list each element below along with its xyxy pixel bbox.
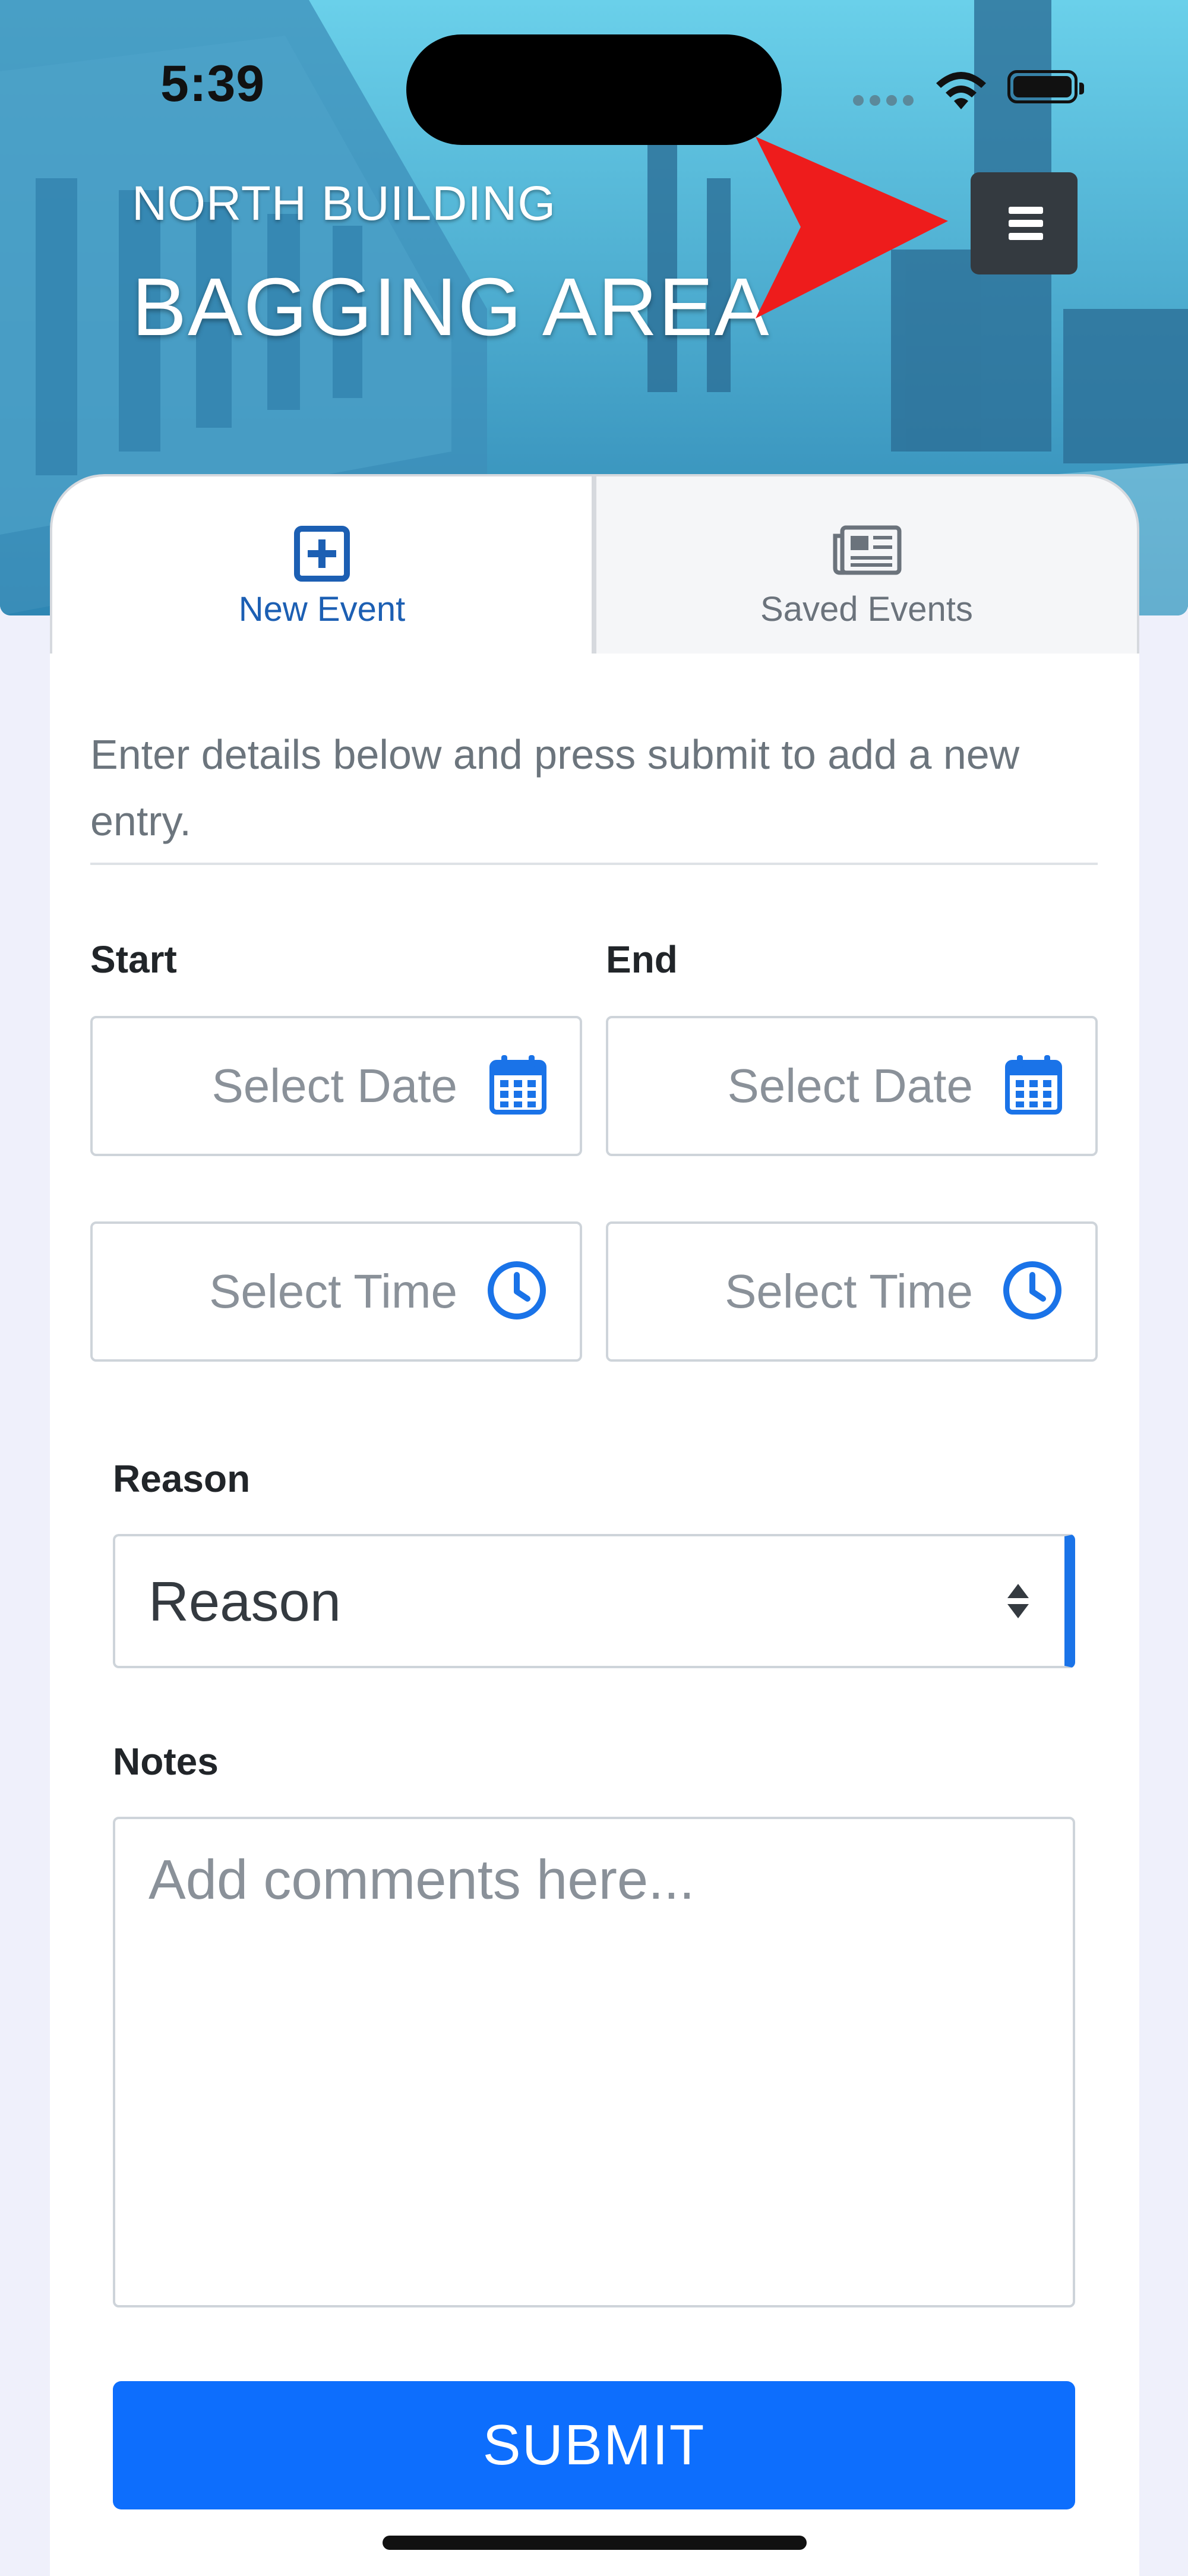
divider	[90, 863, 1098, 865]
tab-saved-events-label: Saved Events	[760, 590, 973, 629]
start-date-placeholder: Select Date	[211, 1059, 457, 1112]
red-arrow-annotation-icon	[756, 137, 948, 318]
submit-button[interactable]: SUBMIT	[113, 2381, 1075, 2509]
notes-label: Notes	[113, 1740, 219, 1783]
clock-icon	[1003, 1261, 1061, 1319]
tab-new-event-label: New Event	[238, 590, 406, 629]
home-indicator[interactable]	[383, 2536, 807, 2550]
start-time-placeholder: Select Time	[209, 1265, 457, 1318]
building-name: NORTH BUILDING	[132, 176, 557, 231]
plus-square-icon	[294, 526, 350, 582]
reason-label: Reason	[113, 1457, 251, 1500]
tab-saved-events[interactable]: Saved Events	[594, 474, 1139, 656]
notes-textarea[interactable]: Add comments here...	[113, 1817, 1075, 2307]
calendar-icon	[489, 1055, 546, 1115]
area-title: BAGGING AREA	[132, 261, 770, 353]
battery-icon	[1007, 70, 1084, 103]
end-label: End	[606, 938, 678, 981]
clock-icon	[488, 1261, 546, 1319]
calendar-icon	[1005, 1055, 1062, 1115]
status-time: 5:39	[160, 55, 266, 112]
tab-new-event[interactable]: New Event	[50, 474, 594, 656]
newspaper-icon	[833, 525, 902, 575]
start-time-field[interactable]: Select Time	[90, 1221, 582, 1362]
start-date-field[interactable]: Select Date	[90, 1016, 582, 1156]
start-label: Start	[90, 938, 177, 981]
form-instructions: Enter details below and press submit to …	[90, 731, 1020, 844]
sort-chevron-icon	[1007, 1584, 1029, 1618]
menu-button[interactable]	[971, 172, 1078, 274]
reason-select[interactable]: Reason	[113, 1534, 1075, 1668]
wifi-icon	[936, 72, 986, 109]
cellular-signal-icon	[853, 95, 920, 109]
dynamic-island	[406, 34, 782, 145]
end-time-placeholder: Select Time	[725, 1265, 973, 1318]
end-date-field[interactable]: Select Date	[606, 1016, 1098, 1156]
reason-select-value: Reason	[148, 1570, 341, 1633]
new-event-form: Enter details below and press submit to …	[50, 654, 1139, 2576]
end-time-field[interactable]: Select Time	[606, 1221, 1098, 1362]
end-date-placeholder: Select Date	[727, 1059, 973, 1112]
notes-placeholder: Add comments here...	[148, 1848, 695, 1911]
